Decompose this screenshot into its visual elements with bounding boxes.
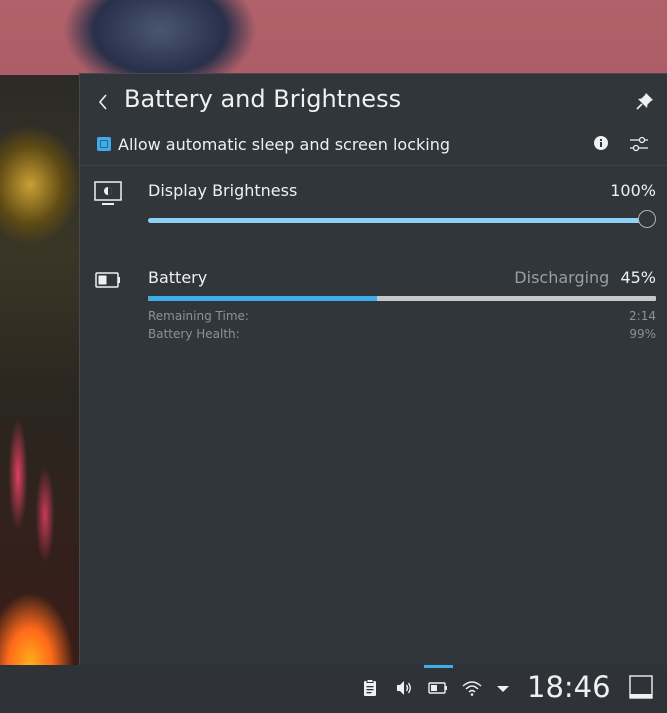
back-button[interactable] <box>92 90 116 114</box>
show-desktop-icon <box>629 675 653 699</box>
active-applet-indicator <box>424 665 453 668</box>
battery-charge-bar <box>148 296 656 301</box>
show-desktop-button[interactable] <box>628 674 654 700</box>
clipboard-icon[interactable] <box>359 677 381 699</box>
battery-status: Discharging <box>514 268 610 287</box>
configure-button[interactable] <box>628 133 650 155</box>
popup-title: Battery and Brightness <box>124 85 402 113</box>
taskbar-panel: 18:46 <box>0 665 667 713</box>
brightness-slider-fill <box>148 218 647 223</box>
battery-icon <box>92 264 124 296</box>
battery-label: Battery <box>148 268 208 287</box>
sleep-locking-label[interactable]: Allow automatic sleep and screen locking <box>118 135 450 154</box>
digital-clock[interactable]: 18:46 <box>527 670 611 704</box>
info-icon <box>594 136 608 150</box>
brightness-value: 100% <box>610 181 656 200</box>
sleep-locking-checkbox[interactable] <box>97 137 111 151</box>
remaining-time-value: 2:14 <box>629 309 656 323</box>
popup-header: Battery and Brightness Allow automatic s… <box>80 74 667 166</box>
battery-health-value: 99% <box>629 327 656 341</box>
remaining-time-label: Remaining Time: <box>148 309 249 323</box>
battery-charge-fill <box>148 296 377 301</box>
pin-button[interactable] <box>634 90 656 112</box>
info-button[interactable] <box>593 135 609 151</box>
wifi-icon[interactable] <box>461 677 483 699</box>
brightness-slider-handle[interactable] <box>638 210 656 228</box>
battery-percent: 45% <box>620 268 656 287</box>
pin-icon <box>636 93 653 110</box>
volume-icon[interactable] <box>393 677 415 699</box>
brightness-label: Display Brightness <box>148 181 298 200</box>
sleep-locking-option[interactable]: Allow automatic sleep and screen locking <box>97 133 450 155</box>
sliders-icon <box>630 136 648 152</box>
battery-tray-icon[interactable] <box>427 677 449 699</box>
battery-health-label: Battery Health: <box>148 327 240 341</box>
brightness-slider[interactable] <box>148 210 656 230</box>
expand-arrow-icon[interactable] <box>492 677 514 699</box>
wallpaper-visible-area <box>0 75 79 665</box>
battery-brightness-popup: Battery and Brightness Allow automatic s… <box>79 73 667 666</box>
battery-status-line: Discharging 45% <box>514 268 656 287</box>
chevron-left-icon <box>98 94 107 110</box>
display-brightness-icon <box>92 178 124 210</box>
